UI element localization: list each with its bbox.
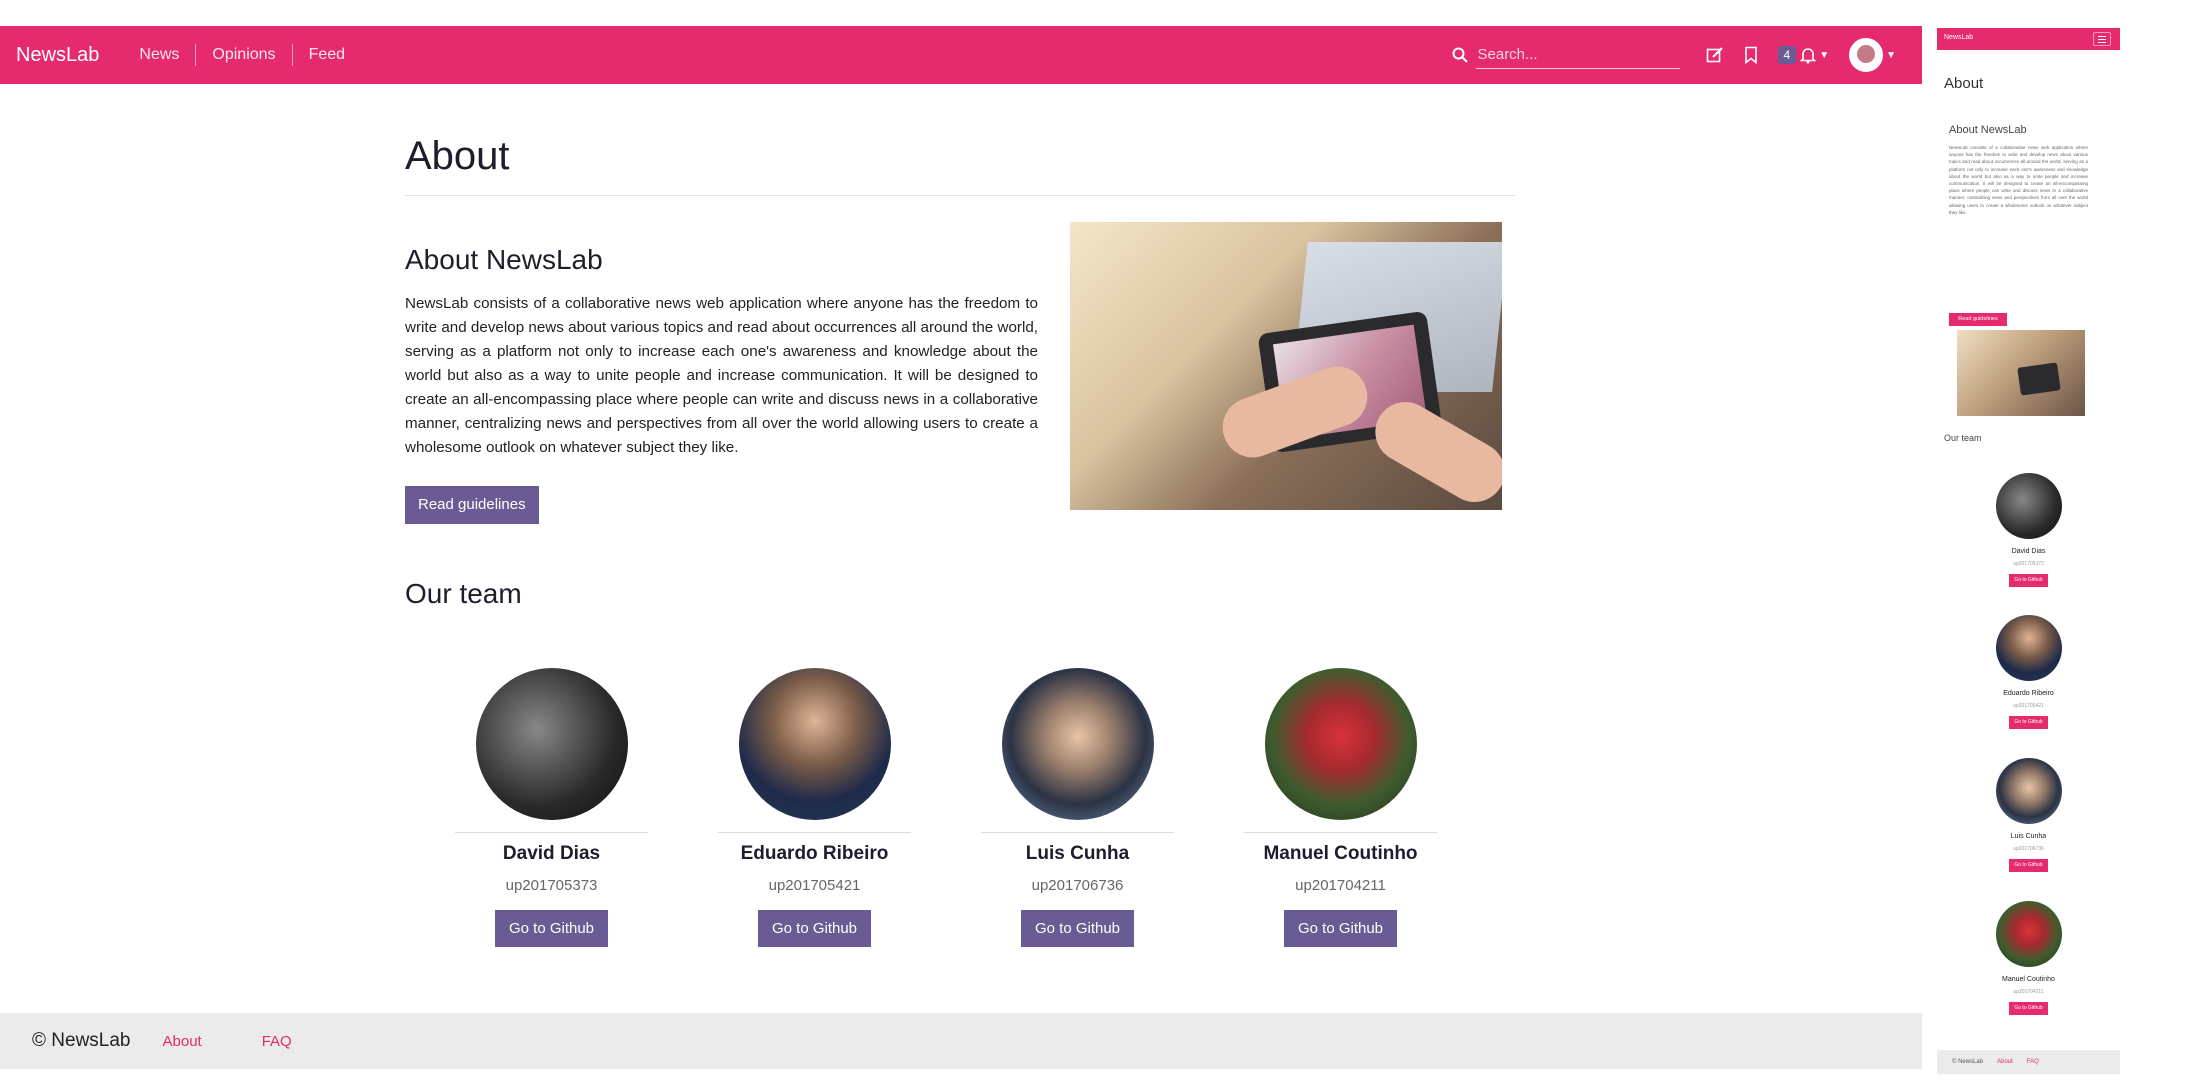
about-section: About NewsLab NewsLab consists of a coll… [405,222,1515,534]
team-member-photo [475,668,628,820]
mobile-team-member-name: Eduardo Ribeiro [2003,690,2054,697]
mobile-team-member-photo [1995,615,2062,681]
mobile-footer-link-faq[interactable]: FAQ [2027,1059,2039,1065]
team-member-id: up201706736 [1031,877,1124,894]
github-button[interactable]: Go to Github [494,910,609,947]
mobile-team-member-card: Manuel Coutinho up201704211 Go to Github [1937,901,2120,1015]
mobile-github-button[interactable]: Go to Github [2009,716,2048,729]
mobile-github-button[interactable]: Go to Github [2009,574,2048,587]
github-button[interactable]: Go to Github [757,910,872,947]
team-member-card: Luis Cunha up201706736 Go to Github [981,668,1174,947]
mobile-team-member-photo [1995,473,2062,539]
team-member-name: David Dias [502,843,601,864]
mobile-team-member-id: up201706736 [2013,846,2044,852]
divider [455,832,648,833]
nav-link-news[interactable]: News [123,44,197,66]
mobile-preview: NewsLab About About NewsLab NewsLab cons… [1937,28,2120,1080]
top-navbar: NewsLab News Opinions Feed 4 ▼ ▼ [0,26,1922,84]
read-guidelines-button[interactable]: Read guidelines [405,486,539,524]
mobile-footer: © NewsLab About FAQ [1937,1050,2120,1074]
team-member-id: up201704211 [1295,877,1386,894]
mobile-team-member-photo [1995,758,2062,824]
notification-count-badge: 4 [1777,46,1797,64]
about-description: NewsLab consists of a collaborative news… [405,295,1038,456]
nav-link-feed[interactable]: Feed [293,44,361,66]
brand-logo[interactable]: NewsLab [16,44,99,67]
github-button[interactable]: Go to Github [1283,910,1398,947]
notifications-dropdown[interactable]: 4 ▼ [1777,46,1830,64]
chevron-down-icon: ▼ [1886,49,1896,61]
main-content: About About NewsLab NewsLab consists of … [405,84,1515,610]
mobile-footer-brand: © NewsLab [1952,1059,1984,1065]
mobile-page-title: About [1944,75,1984,92]
mobile-team-member-card: David Dias up201705373 Go to Github [1937,473,2120,587]
mobile-team-member-id: up201705421 [2013,703,2044,709]
team-member-card: Eduardo Ribeiro up201705421 Go to Github [718,668,911,947]
mobile-team-member-id: up201704211 [2013,989,2044,995]
mobile-team-member-id: up201705373 [2013,561,2044,567]
mobile-team-member-name: David Dias [2011,548,2046,555]
divider [718,832,911,833]
team-member-name: Eduardo Ribeiro [740,843,889,864]
page-title: About [405,134,510,178]
mobile-github-button[interactable]: Go to Github [2009,859,2048,872]
edit-icon[interactable] [1706,46,1724,64]
avatar [1849,38,1884,72]
mobile-team-member-name: Luis Cunha [2010,833,2047,840]
search-box [1452,41,1680,69]
mobile-team-member-card: Luis Cunha up201706736 Go to Github [1937,758,2120,872]
search-input[interactable] [1475,41,1680,69]
team-member-name: Manuel Coutinho [1263,843,1418,864]
divider [981,832,1174,833]
chevron-down-icon: ▼ [1819,49,1830,61]
mobile-team-heading: Our team [1944,433,1982,443]
mobile-navbar: NewsLab [1937,28,2120,50]
footer-brand: © NewsLab [32,1030,131,1051]
team-member-id: up201705421 [768,877,861,894]
footer-link-faq[interactable]: FAQ [262,1033,292,1050]
mobile-about-description: NewsLab consists of a collaborative news… [1949,145,2088,215]
github-button[interactable]: Go to Github [1020,910,1135,947]
bookmark-icon[interactable] [1744,46,1758,64]
search-icon[interactable] [1452,47,1468,63]
divider [405,195,1515,196]
team-member-photo [1001,668,1154,820]
team-member-photo [1264,668,1417,820]
footer-link-about[interactable]: About [163,1033,202,1050]
mobile-footer-link-about[interactable]: About [1997,1059,2013,1065]
footer: © NewsLab About FAQ [0,1013,1922,1069]
team-member-card: David Dias up201705373 Go to Github [455,668,648,947]
mobile-brand[interactable]: NewsLab [1944,34,1973,41]
team-member-id: up201705373 [505,877,598,894]
mobile-read-guidelines-button[interactable]: Read guidelines [1949,313,2007,326]
mobile-team-member-card: Eduardo Ribeiro up201705421 Go to Github [1937,615,2120,729]
mobile-about-heading: About NewsLab [1949,124,2027,136]
mobile-team-member-photo [1995,901,2062,967]
about-image [1070,222,1502,510]
mobile-github-button[interactable]: Go to Github [2009,1002,2048,1015]
team-member-photo [738,668,891,820]
bell-icon [1800,48,1817,64]
mobile-team-member-name: Manuel Coutinho [2002,976,2055,983]
divider [1244,832,1437,833]
team-member-card: Manuel Coutinho up201704211 Go to Github [1244,668,1437,947]
nav-link-opinions[interactable]: Opinions [196,44,293,66]
navbar-actions: 4 ▼ ▼ [1452,26,1896,84]
user-menu[interactable]: ▼ [1849,38,1896,72]
mobile-about-image [1957,330,2085,416]
team-member-name: Luis Cunha [1025,843,1130,864]
hamburger-icon[interactable] [2093,32,2111,46]
team-heading: Our team [405,578,522,609]
